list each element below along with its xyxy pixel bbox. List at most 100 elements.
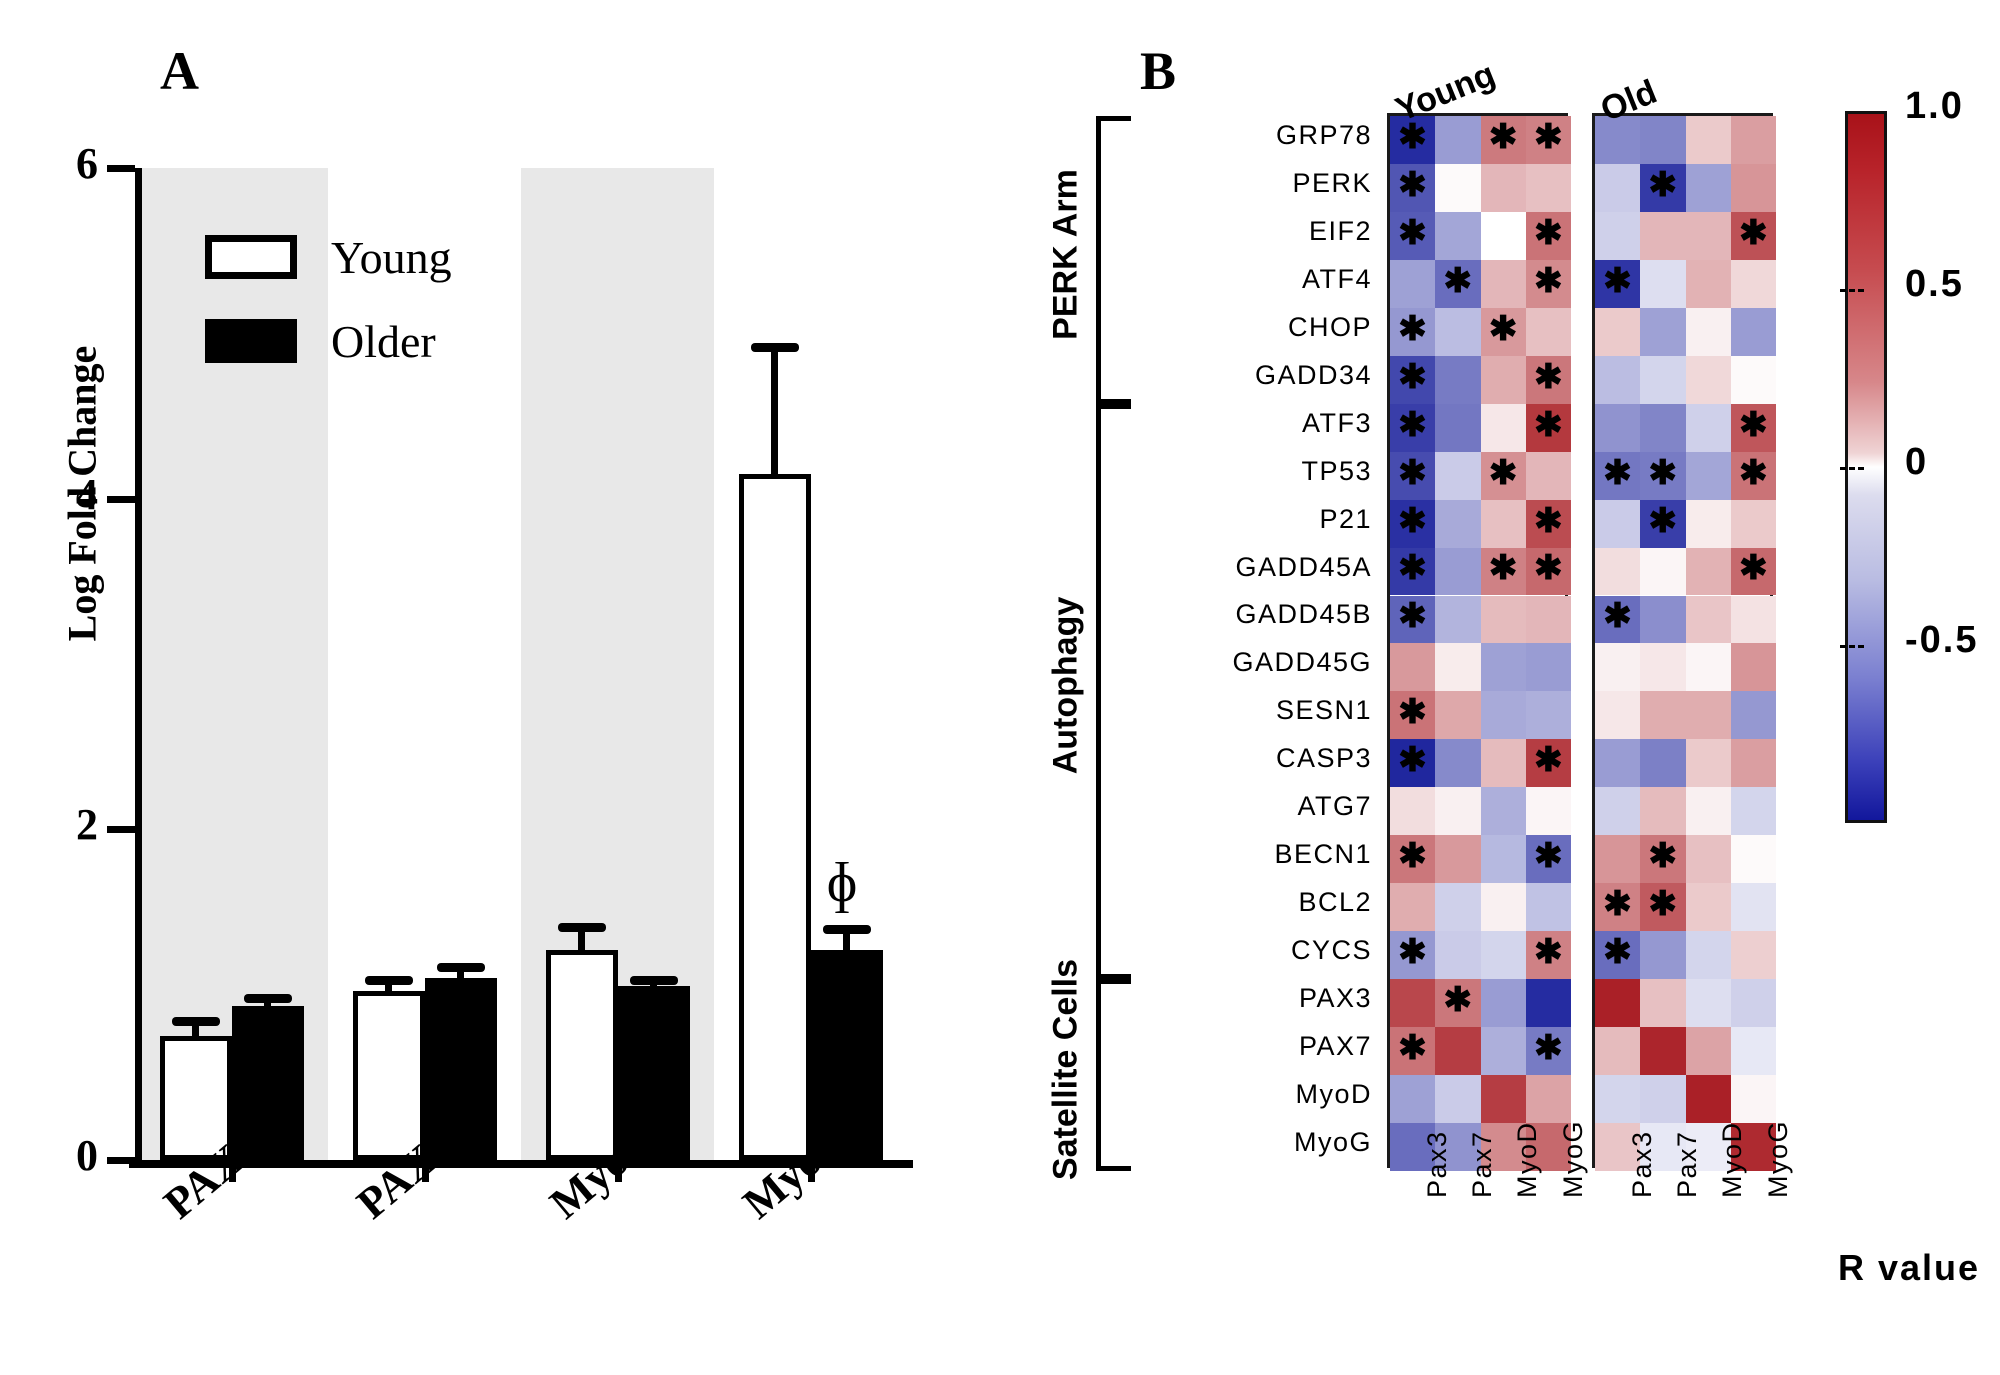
heatmap-cell bbox=[1685, 787, 1731, 836]
heatmap-cell bbox=[1640, 355, 1686, 404]
heatmap-row-label-gadd45g: GADD45G bbox=[1232, 647, 1372, 678]
heatmap-cell bbox=[1730, 499, 1777, 548]
heatmap-cell bbox=[1525, 163, 1572, 212]
heatmap-row-label-perk: PERK bbox=[1292, 167, 1372, 198]
heatmap-cell: ✱ bbox=[1480, 116, 1526, 164]
heatmap-cell bbox=[1730, 355, 1777, 404]
legend-swatch-older bbox=[205, 319, 297, 363]
heatmap-cell bbox=[1730, 1027, 1777, 1075]
heatmap-cell: ✱ bbox=[1595, 259, 1641, 308]
heatmap-cell bbox=[1435, 787, 1481, 836]
heatmap-cell: ✱ bbox=[1435, 259, 1481, 308]
heatmap-cell bbox=[1435, 1075, 1481, 1123]
heatmap-cell bbox=[1685, 403, 1731, 452]
heatmap-row-label-gadd34: GADD34 bbox=[1254, 359, 1372, 390]
error-bar-cap bbox=[243, 993, 292, 1003]
heatmap-cell: ✱ bbox=[1525, 355, 1572, 404]
heatmap-cell bbox=[1435, 451, 1481, 500]
heatmap-cell bbox=[1480, 787, 1526, 836]
heatmap-cell: ✱ bbox=[1525, 211, 1572, 260]
significance-asterisk: ✱ bbox=[1443, 981, 1473, 1020]
heatmap-cell: ✱ bbox=[1525, 259, 1572, 308]
heatmap-cell bbox=[1685, 1027, 1731, 1075]
heatmap-col-label-young-myog: MyoG bbox=[1557, 1119, 1588, 1198]
heatmap-cell bbox=[1480, 739, 1526, 788]
heatmap-cell bbox=[1480, 355, 1526, 404]
heatmap-cell bbox=[1685, 835, 1731, 884]
heatmap-cell bbox=[1480, 211, 1526, 260]
significance-asterisk: ✱ bbox=[1739, 213, 1768, 252]
legend: Young Older bbox=[205, 215, 452, 383]
heatmap-cell bbox=[1595, 1027, 1641, 1075]
heatmap-cell bbox=[1595, 835, 1641, 884]
heatmap-cell bbox=[1435, 307, 1481, 356]
significance-asterisk: ✱ bbox=[1648, 453, 1678, 492]
colorbar-title: R value bbox=[1838, 1247, 1981, 1288]
heatmap-row-label-atf4: ATF4 bbox=[1301, 263, 1372, 294]
heatmap-cell bbox=[1435, 883, 1481, 932]
heatmap-cell bbox=[1435, 931, 1481, 980]
heatmap-cell bbox=[1685, 355, 1731, 404]
heatmap-cell bbox=[1480, 691, 1526, 740]
heatmap-col-label-young-myod: MyoD bbox=[1512, 1121, 1543, 1198]
heatmap-cell bbox=[1525, 883, 1572, 932]
heatmap-cell bbox=[1730, 163, 1777, 212]
heatmap-cell bbox=[1595, 403, 1641, 452]
colorbar-label: 1.0 bbox=[1905, 85, 1964, 127]
heatmap-cell bbox=[1390, 1075, 1436, 1123]
heatmap-cell bbox=[1480, 835, 1526, 884]
heatmap-row-label-grp78: GRP78 bbox=[1275, 119, 1372, 150]
legend-swatch-young bbox=[205, 235, 297, 279]
heatmap-cell: ✱ bbox=[1390, 307, 1436, 356]
significance-asterisk: ✱ bbox=[1603, 597, 1632, 636]
heatmap-cell bbox=[1390, 883, 1436, 932]
heatmap-cell bbox=[1525, 643, 1572, 692]
panel-a-bar-chart: A Log Fold Change Young Older 0 2 4 6 PAX3 PA… bbox=[0, 0, 960, 1375]
heatmap-cell bbox=[1595, 643, 1641, 692]
significance-asterisk: ✱ bbox=[1603, 261, 1632, 300]
heatmap-cell bbox=[1480, 643, 1526, 692]
significance-asterisk: ✱ bbox=[1534, 213, 1563, 252]
heatmap-cell bbox=[1685, 739, 1731, 788]
row-group-label-satellite-cells: Satellite Cells bbox=[1046, 958, 1085, 1181]
heatmap-cell bbox=[1640, 547, 1686, 596]
significance-asterisk: ✱ bbox=[1398, 837, 1427, 876]
heatmap-cell: ✱ bbox=[1435, 979, 1481, 1028]
error-bar bbox=[771, 346, 778, 474]
heatmap-cell bbox=[1730, 1075, 1777, 1123]
significance-asterisk: ✱ bbox=[1603, 933, 1632, 972]
significance-asterisk: ✱ bbox=[1488, 453, 1518, 492]
heatmap-cell bbox=[1435, 499, 1481, 548]
heatmap-cell bbox=[1640, 691, 1686, 740]
heatmap-cell: ✱ bbox=[1390, 1027, 1436, 1075]
heatmap-cell bbox=[1480, 499, 1526, 548]
heatmap-cell bbox=[1595, 787, 1641, 836]
error-bar-cap bbox=[557, 922, 606, 932]
heatmap-cell: ✱ bbox=[1390, 211, 1436, 260]
error-bar-cap bbox=[750, 342, 799, 352]
heatmap-col-label-young-pax7: Pax7 bbox=[1466, 1130, 1497, 1198]
heatmap-cell: ✱ bbox=[1595, 931, 1641, 980]
heatmap-cell bbox=[1640, 307, 1686, 356]
row-group-bracket bbox=[1096, 979, 1131, 1171]
heatmap-cell bbox=[1435, 403, 1481, 452]
heatmap-cell bbox=[1685, 643, 1731, 692]
y-tick bbox=[107, 826, 135, 834]
heatmap-cell: ✱ bbox=[1480, 307, 1526, 356]
heatmap-cell: ✱ bbox=[1595, 595, 1641, 644]
significance-asterisk: ✱ bbox=[1398, 933, 1427, 972]
significance-asterisk: ✱ bbox=[1648, 501, 1678, 540]
significance-asterisk: ✱ bbox=[1648, 165, 1678, 204]
heatmap-cell bbox=[1685, 499, 1731, 548]
heatmap-cell bbox=[1390, 643, 1436, 692]
heatmap-cell bbox=[1435, 355, 1481, 404]
legend-item-older: Older bbox=[205, 299, 452, 383]
heatmap-row-label-bcl2: BCL2 bbox=[1298, 887, 1372, 918]
significance-asterisk: ✱ bbox=[1488, 117, 1518, 156]
heatmap-cell: ✱ bbox=[1390, 691, 1436, 740]
heatmap-cell bbox=[1595, 739, 1641, 788]
heatmap-cell: ✱ bbox=[1730, 403, 1777, 452]
heatmap-cell bbox=[1480, 163, 1526, 212]
heatmap-cell bbox=[1595, 355, 1641, 404]
heatmap-cell bbox=[1640, 931, 1686, 980]
